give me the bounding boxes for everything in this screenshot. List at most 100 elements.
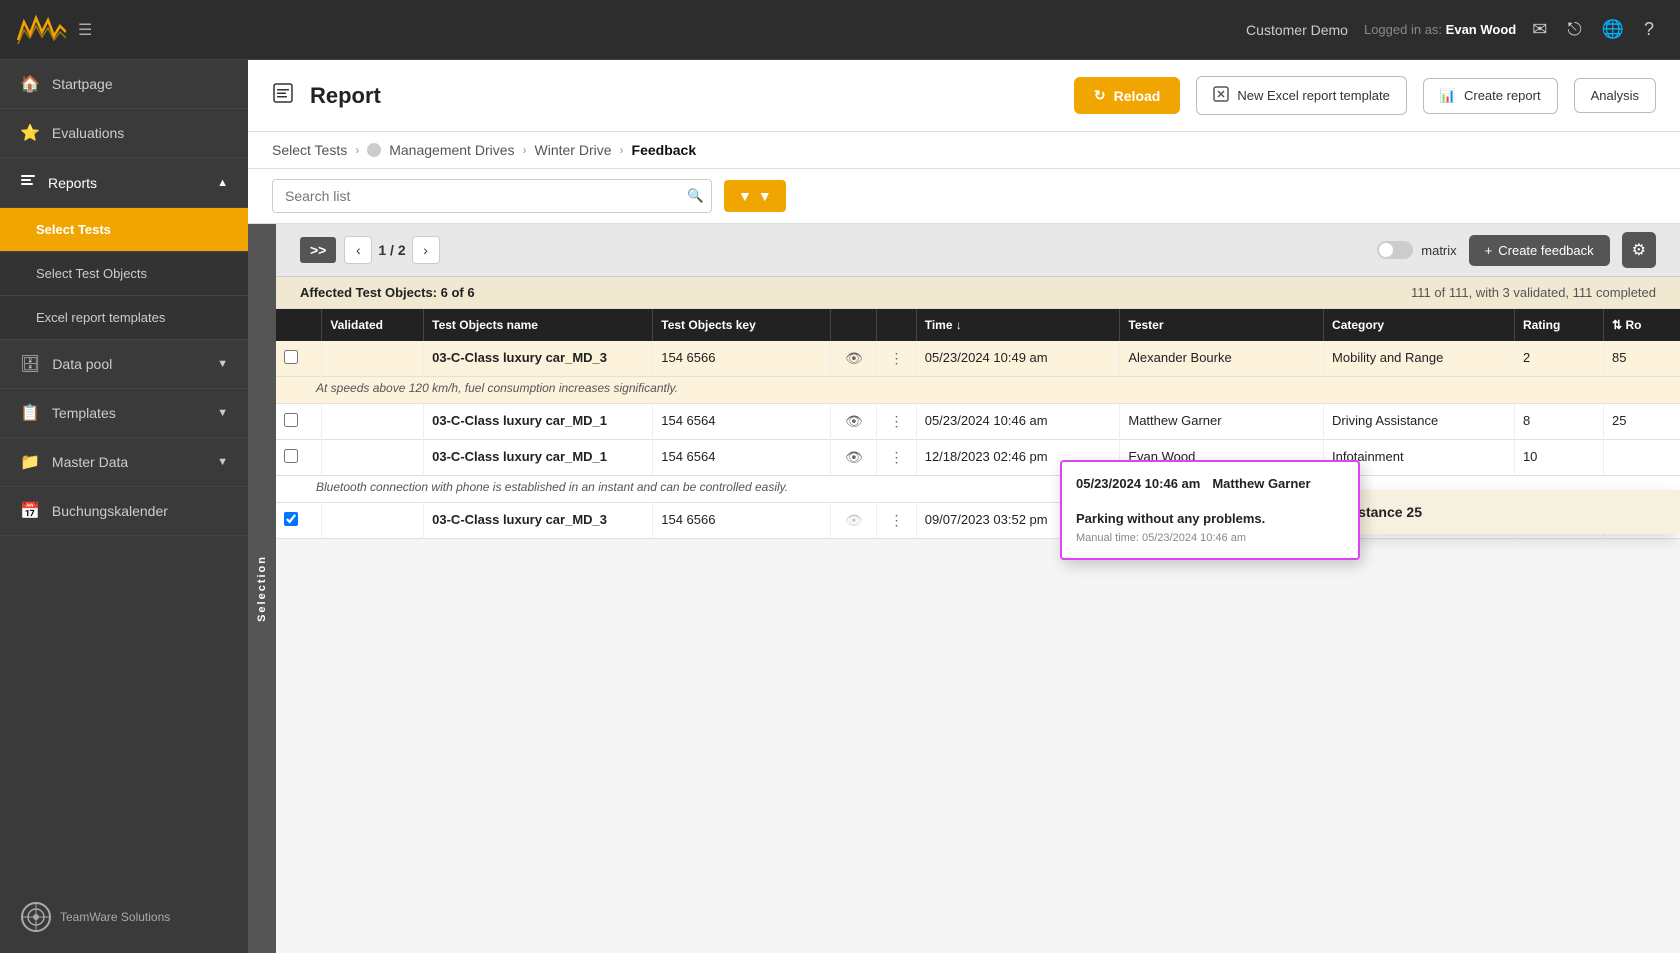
table-top-bar: >> ‹ 1 / 2 › matrix xyxy=(276,224,1680,277)
sidebar-toggle-icon[interactable]: ☰ xyxy=(78,20,92,40)
row-checkbox[interactable] xyxy=(284,449,298,463)
table-with-selection: Selection >> ‹ 1 / 2 › xyxy=(248,224,1680,953)
selection-label: Selection xyxy=(256,555,268,622)
th-checkbox xyxy=(276,309,322,341)
create-report-button[interactable]: 📊 Create report xyxy=(1423,78,1558,114)
logout-icon[interactable]: ⎋ xyxy=(1567,19,1581,40)
popup-author: Matthew Garner xyxy=(1212,476,1310,491)
td-key: 154 6564 xyxy=(653,440,831,476)
folder-icon: 📁 xyxy=(20,452,40,472)
td-rating: 2 xyxy=(1514,341,1603,377)
td-tester: Alexander Bourke xyxy=(1120,341,1324,377)
td-checkbox[interactable] xyxy=(276,404,322,440)
sidebar-item-templates[interactable]: 📋 Templates ▼ xyxy=(0,389,248,438)
reload-button[interactable]: ↻ Reload xyxy=(1074,77,1180,114)
pagination: ‹ 1 / 2 › xyxy=(344,236,439,264)
td-time: 05/23/2024 10:46 am xyxy=(916,404,1120,440)
content-header: Report ↻ Reload New Excel report templat… xyxy=(248,60,1680,132)
sidebar-logo: TeamWare Solutions xyxy=(0,881,248,953)
td-menu-icon[interactable]: ⋮ xyxy=(877,404,916,440)
td-name: 03-C-Class luxury car_MD_1 xyxy=(424,440,653,476)
th-validated: Validated xyxy=(322,309,424,341)
td-menu-icon[interactable]: ⋮ xyxy=(877,440,916,476)
matrix-toggle-switch[interactable] xyxy=(1377,241,1413,259)
row-checkbox[interactable] xyxy=(284,350,298,364)
new-excel-button[interactable]: New Excel report template xyxy=(1196,76,1406,115)
search-icon: 🔍 xyxy=(687,188,704,203)
th-tester[interactable]: Tester xyxy=(1120,309,1324,341)
td-eye-icon[interactable]: 👁 xyxy=(831,440,877,476)
top-header: ☰ Customer Demo Logged in as: Evan Wood … xyxy=(0,0,1680,60)
feedback-popup-card: 05/23/2024 10:46 am Matthew Garner Parki… xyxy=(1060,460,1360,560)
search-bar: 🔍 ▼ ▼ xyxy=(248,169,1680,224)
filter-button[interactable]: ▼ ▼ xyxy=(724,180,786,212)
sidebar-item-startpage[interactable]: 🏠 Startpage xyxy=(0,60,248,109)
sidebar-item-master-data[interactable]: 📁 Master Data ▼ xyxy=(0,438,248,487)
chevron-right-icon: ▼ xyxy=(217,358,228,370)
td-ro: 25 xyxy=(1604,404,1680,440)
logged-in-label: Logged in as: Evan Wood xyxy=(1364,22,1516,37)
td-eye-icon[interactable]: 👁 xyxy=(831,404,877,440)
breadcrumb-sep-1: › xyxy=(355,143,359,157)
total-info: 111 of 111, with 3 validated, 111 comple… xyxy=(1411,285,1656,300)
page-info: 1 / 2 xyxy=(378,242,405,258)
mail-icon[interactable]: ✉ xyxy=(1532,19,1547,40)
breadcrumb-management-drives[interactable]: Management Drives xyxy=(389,142,514,158)
td-menu-icon[interactable]: ⋮ xyxy=(877,503,916,539)
td-ro: 85 xyxy=(1604,341,1680,377)
th-category[interactable]: Category xyxy=(1324,309,1515,341)
td-checkbox[interactable] xyxy=(276,341,322,377)
breadcrumb-winter-drive[interactable]: Winter Drive xyxy=(535,142,612,158)
th-time[interactable]: Time ↓ xyxy=(916,309,1120,341)
table-right-actions: matrix + Create feedback ⚙ xyxy=(1377,232,1656,268)
td-name: 03-C-Class luxury car_MD_1 xyxy=(424,404,653,440)
td-menu-icon[interactable]: ⋮ xyxy=(877,341,916,377)
td-category: Mobility and Range xyxy=(1324,341,1515,377)
help-icon[interactable]: ? xyxy=(1644,19,1654,40)
td-name: 03-C-Class luxury car_MD_3 xyxy=(424,503,653,539)
sidebar-item-select-tests[interactable]: Select Tests xyxy=(0,208,248,252)
th-ro[interactable]: ⇅ Ro xyxy=(1604,309,1680,341)
chevron-down-icon: ▲ xyxy=(217,177,228,189)
th-name[interactable]: Test Objects name xyxy=(424,309,653,341)
globe-icon[interactable]: 🌐 xyxy=(1602,19,1624,40)
row-checkbox[interactable] xyxy=(284,512,298,526)
chevron-right-icon2: ▼ xyxy=(217,407,228,419)
td-checkbox[interactable] xyxy=(276,503,322,539)
breadcrumb-sep-3: › xyxy=(620,143,624,157)
sidebar-item-buchungskalender[interactable]: 📅 Buchungskalender xyxy=(0,487,248,536)
star-icon: ⭐ xyxy=(20,123,40,143)
selection-sidebar: Selection xyxy=(248,224,276,953)
expand-columns-button[interactable]: >> xyxy=(300,237,336,263)
popup-header: 05/23/2024 10:46 am Matthew Garner xyxy=(1076,476,1344,491)
th-key[interactable]: Test Objects key xyxy=(653,309,831,341)
td-eye-icon[interactable]: 👁 xyxy=(831,503,877,539)
page-title: Report xyxy=(310,83,1058,109)
th-rating[interactable]: Rating xyxy=(1514,309,1603,341)
sidebar-item-evaluations[interactable]: ⭐ Evaluations xyxy=(0,109,248,158)
sidebar-item-select-test-objects[interactable]: Select Test Objects xyxy=(0,252,248,296)
settings-button[interactable]: ⚙ xyxy=(1622,232,1656,268)
create-feedback-button[interactable]: + Create feedback xyxy=(1469,235,1610,266)
table-scroll[interactable]: >> ‹ 1 / 2 › matrix xyxy=(276,224,1680,953)
breadcrumb-select-tests[interactable]: Select Tests xyxy=(272,142,347,158)
analysis-button[interactable]: Analysis xyxy=(1574,78,1656,113)
sidebar-item-data-pool[interactable]: 🗄 Data pool ▼ xyxy=(0,340,248,389)
search-input[interactable] xyxy=(272,179,712,213)
td-ro xyxy=(1604,440,1680,476)
sidebar-item-excel-templates[interactable]: Excel report templates xyxy=(0,296,248,340)
search-icon-button[interactable]: 🔍 xyxy=(687,188,704,204)
td-eye-icon[interactable]: 👁 xyxy=(831,341,877,377)
next-page-button[interactable]: › xyxy=(412,236,440,264)
affected-count: Affected Test Objects: 6 of 6 xyxy=(300,285,475,300)
matrix-label: matrix xyxy=(1421,243,1456,258)
prev-page-button[interactable]: ‹ xyxy=(344,236,372,264)
td-category: Driving Assistance xyxy=(1324,404,1515,440)
sidebar-item-reports[interactable]: Reports ▲ xyxy=(0,158,248,208)
td-key: 154 6566 xyxy=(653,503,831,539)
row-checkbox[interactable] xyxy=(284,413,298,427)
header-center: Customer Demo Logged in as: Evan Wood ✉ … xyxy=(92,19,1664,40)
search-input-wrap: 🔍 xyxy=(272,179,712,213)
td-checkbox[interactable] xyxy=(276,440,322,476)
excel-icon xyxy=(1213,86,1229,105)
